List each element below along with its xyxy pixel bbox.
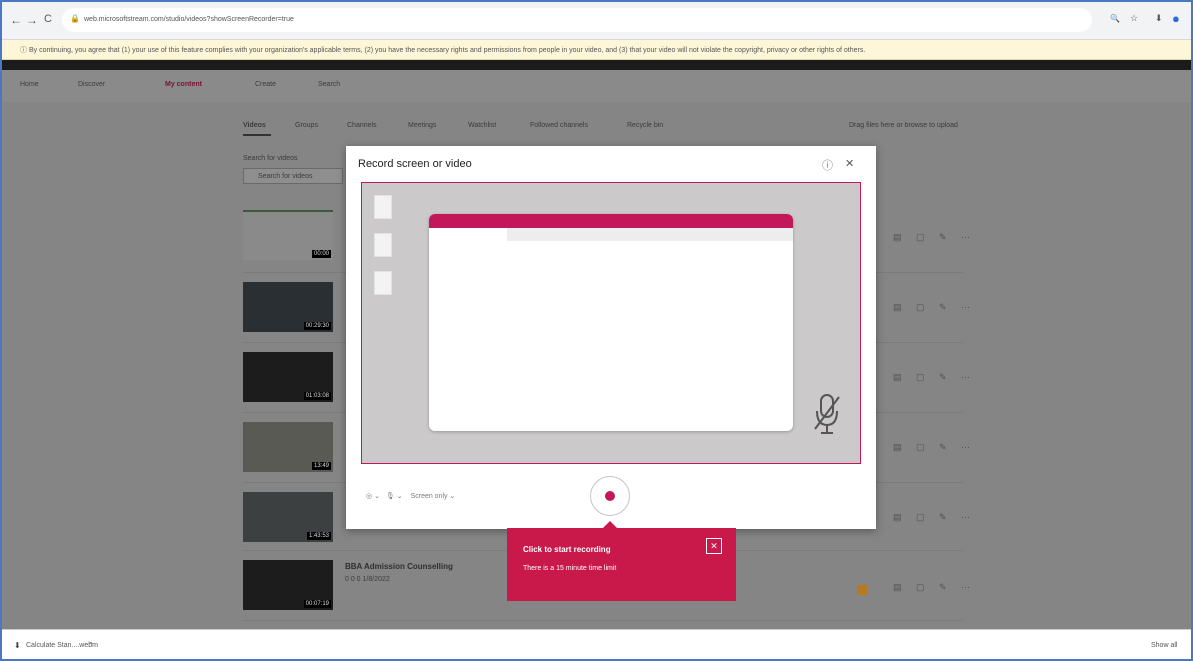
duration-badge: 00:29:30 [303,322,331,330]
record-screen-dialog: Record screen or video ⓘ ✕ ◎ ⌄ 🎙 ⌄ Scree… [346,146,876,529]
nav-search[interactable]: Search [318,81,340,88]
camera-icon[interactable]: ◎ [366,493,372,500]
nav-create[interactable]: Create [255,81,276,88]
tab-videos[interactable]: Videos [243,122,266,129]
tab-followed-channels[interactable]: Followed channels [530,122,588,129]
active-tab-underline [243,134,271,136]
tooltip-subtitle: There is a 15 minute time limit [523,565,617,572]
download-icon[interactable]: ⬇ [1155,13,1163,24]
tooltip-title: Click to start recording [523,545,611,554]
desktop-file-icon [374,233,392,257]
download-bar: ⬇ Calculate Stan....webm ⌃ Show all [0,629,1193,661]
reload-icon[interactable]: C [44,13,52,25]
duration-badge: 00:00 [311,250,331,258]
video-search-box[interactable]: Search for videos [243,168,343,184]
video-thumbnail[interactable]: 13:49 [243,422,333,472]
tab-groups[interactable]: Groups [295,122,318,129]
row-actions[interactable]: ▤ ▢ ✎ ⋯ [893,302,976,313]
muted-microphone-icon [814,394,840,434]
video-thumbnail[interactable]: 00:07:19 [243,560,333,610]
tab-meetings[interactable]: Meetings [408,122,436,129]
dialog-title: Record screen or video [358,158,472,170]
nav-discover[interactable]: Discover [78,81,105,88]
tab-watchlist[interactable]: Watchlist [468,122,496,129]
microphone-icon[interactable]: 🎙 [386,493,395,500]
chevron-down-icon[interactable]: ⌄ [374,493,380,500]
show-all-button[interactable]: Show all [1151,642,1177,649]
nav-my-content[interactable]: My content [165,81,202,88]
search-input[interactable]: Search for videos [258,173,312,180]
duration-badge: 00:07:19 [303,600,331,608]
recording-preview [361,182,861,464]
video-title[interactable]: BBA Admission Counselling [345,562,453,571]
url-text: web.microsoftstream.com/studio/videos?sh… [84,16,294,23]
top-divider-strip [0,60,1193,70]
row-actions[interactable]: ▤ ▢ ✎ ⋯ [893,232,976,243]
zoom-icon[interactable]: 🔍 [1110,14,1120,23]
row-actions[interactable]: ▤ ▢ ✎ ⋯ [893,372,976,383]
desktop-file-icon [374,195,392,219]
help-icon[interactable]: ⓘ [822,157,833,173]
video-thumbnail[interactable]: 00:00 [243,210,333,260]
preview-browser-window [429,214,793,431]
upload-hint[interactable]: Drag files here or browse to upload [849,122,958,129]
consent-infobar: ⓘ By continuing, you agree that (1) your… [0,40,1193,60]
content-tabs: Videos Groups Channels Meetings Watchlis… [243,122,963,136]
consent-text: By continuing, you agree that (1) your u… [28,47,866,54]
video-thumbnail[interactable]: 00:29:30 [243,282,333,332]
row-actions[interactable]: ▤ ▢ ✎ ⋯ [893,582,976,593]
status-indicator [857,585,867,595]
preview-window-titlebar [429,214,793,228]
search-label: Search for videos [243,155,298,162]
row-actions[interactable]: ▤ ▢ ✎ ⋯ [893,512,976,523]
chevron-down-icon[interactable]: ⌄ [397,493,403,500]
start-recording-tooltip: Click to start recording There is a 15 m… [507,528,736,601]
duration-badge: 01:03:08 [303,392,331,400]
chevron-down-icon[interactable]: ⌄ [449,493,455,500]
record-button[interactable] [590,476,630,516]
muted-microphone-icon [812,393,842,446]
stream-nav-bar: Home Discover My content Create Search [0,70,1193,102]
tab-channels[interactable]: Channels [347,122,377,129]
bookmark-star-icon[interactable]: ☆ [1130,13,1138,24]
tab-recycle-bin[interactable]: Recycle bin [627,122,663,129]
preview-window-tab [429,228,507,241]
tooltip-close-icon[interactable]: ✕ [706,538,722,554]
row-actions[interactable]: ▤ ▢ ✎ ⋯ [893,442,976,453]
video-meta: 0 0 0 1/8/2022 [345,576,390,583]
url-field[interactable]: 🔒 web.microsoftstream.com/studio/videos?… [62,8,1092,32]
nav-home[interactable]: Home [20,81,39,88]
video-thumbnail[interactable]: 01:03:08 [243,352,333,402]
download-chevron-icon[interactable]: ⌃ [88,641,94,649]
desktop-file-icon [374,271,392,295]
video-thumbnail[interactable]: 1:43:53 [243,492,333,542]
file-icon: ⬇ [14,641,21,650]
screen-source-select[interactable]: Screen only [411,493,448,500]
forward-icon[interactable]: → [26,13,38,27]
lock-icon: 🔒 [70,14,80,23]
recorder-toolbar: ◎ ⌄ 🎙 ⌄ Screen only ⌄ [366,492,455,500]
info-icon: ⓘ [20,47,27,54]
profile-avatar-icon[interactable]: ● [1172,11,1180,26]
row-divider [243,620,963,621]
back-icon[interactable]: ← [10,13,22,27]
record-dot-icon [605,491,615,501]
duration-badge: 13:49 [311,462,331,470]
close-icon[interactable]: ✕ [845,157,854,170]
browser-address-bar: ← → C 🔒 web.microsoftstream.com/studio/v… [0,0,1193,40]
duration-badge: 1:43:53 [306,532,331,540]
